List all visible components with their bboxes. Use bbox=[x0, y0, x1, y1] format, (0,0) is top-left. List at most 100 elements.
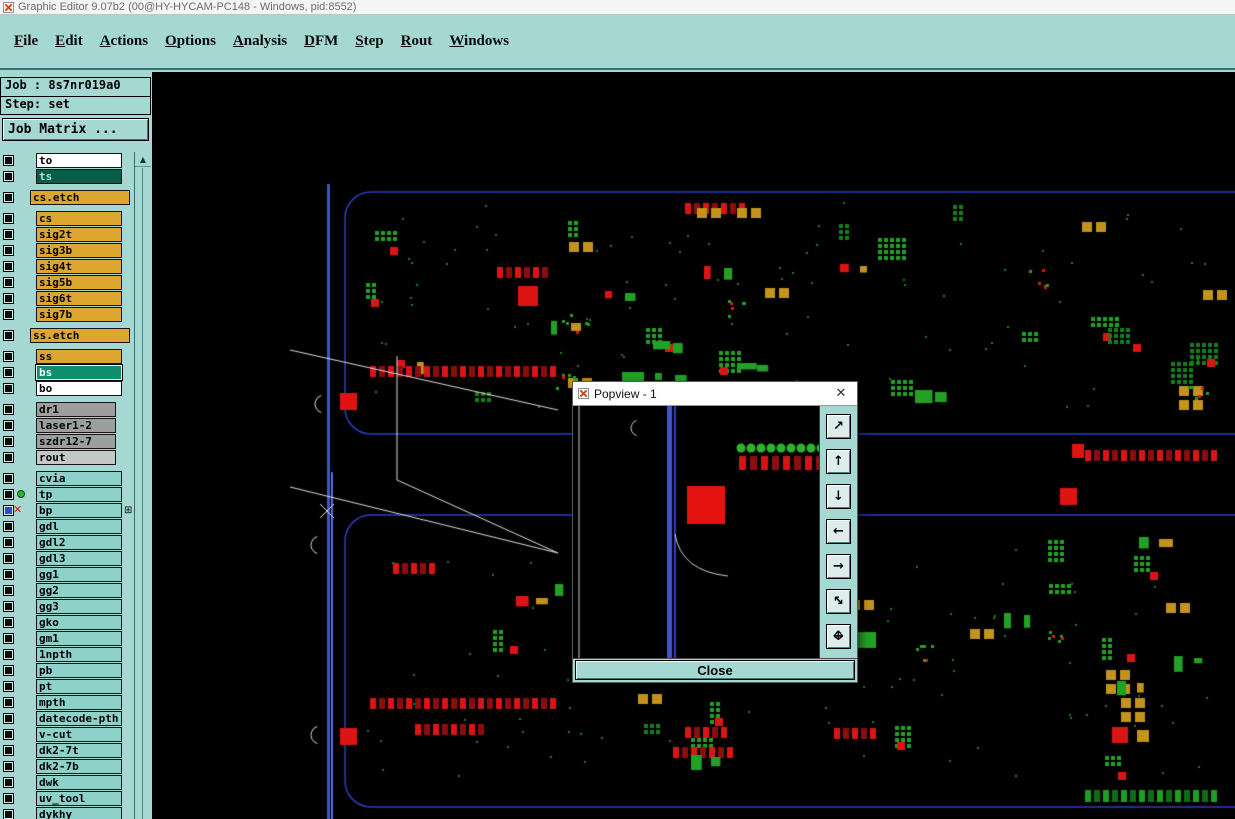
layer-visibility-toggle[interactable] bbox=[3, 419, 14, 431]
layer-visibility-toggle[interactable] bbox=[3, 664, 14, 676]
layer-visibility-toggle[interactable] bbox=[3, 382, 14, 394]
layer-visibility-toggle[interactable] bbox=[3, 451, 14, 463]
layer-visibility-toggle[interactable] bbox=[3, 170, 14, 182]
layer-item-gko[interactable]: gko bbox=[36, 614, 122, 630]
menu-item-windows[interactable]: Windows bbox=[449, 33, 509, 50]
layer-visibility-toggle[interactable] bbox=[3, 728, 14, 740]
popview-canvas[interactable] bbox=[573, 406, 819, 658]
layer-visibility-toggle[interactable] bbox=[3, 350, 14, 362]
menu-item-rout[interactable]: Rout bbox=[401, 33, 433, 50]
layer-item-datecode-pth[interactable]: datecode-pth bbox=[36, 710, 122, 726]
layer-visibility-toggle[interactable] bbox=[3, 292, 14, 304]
job-matrix-button[interactable]: Job Matrix ... bbox=[2, 118, 149, 141]
layer-item-gg1[interactable]: gg1 bbox=[36, 566, 122, 582]
layer-visibility-toggle[interactable] bbox=[3, 435, 14, 447]
popview-titlebar[interactable]: Popview - 1 ✕ bbox=[573, 382, 857, 406]
layer-visibility-toggle[interactable] bbox=[3, 552, 14, 564]
layer-item-dykhy[interactable]: dykhy bbox=[36, 806, 122, 819]
layer-visibility-toggle[interactable] bbox=[3, 244, 14, 256]
detach-view-button[interactable]: ↗ bbox=[826, 414, 851, 439]
pan-right-button[interactable]: → bbox=[826, 554, 851, 579]
layer-visibility-toggle[interactable] bbox=[3, 520, 14, 532]
layer-item-ss[interactable]: ss bbox=[36, 348, 122, 364]
layer-item-1npth[interactable]: 1npth bbox=[36, 646, 122, 662]
layer-item-mpth[interactable]: mpth bbox=[36, 694, 122, 710]
layer-visibility-toggle[interactable] bbox=[3, 403, 14, 415]
layer-visibility-toggle[interactable] bbox=[3, 228, 14, 240]
layer-item-gg3[interactable]: gg3 bbox=[36, 598, 122, 614]
pan-up-button[interactable]: ↑ bbox=[826, 449, 851, 474]
layer-item-dk2-7b[interactable]: dk2-7b bbox=[36, 758, 122, 774]
layer-item-rout[interactable]: rout bbox=[36, 449, 116, 465]
layer-visibility-toggle[interactable] bbox=[3, 329, 14, 341]
layer-item-ts[interactable]: ts bbox=[36, 168, 122, 184]
scroll-up-button[interactable]: ▲ bbox=[135, 152, 151, 167]
zoom-extents-button[interactable]: ↖ ↘ bbox=[826, 589, 851, 614]
layer-item-sig3b[interactable]: sig3b bbox=[36, 242, 122, 258]
layer-item-bp[interactable]: bp bbox=[36, 502, 122, 518]
menu-item-actions[interactable]: Actions bbox=[100, 33, 148, 50]
layer-visibility-toggle[interactable] bbox=[3, 696, 14, 708]
menu-item-step[interactable]: Step bbox=[355, 33, 383, 50]
layer-visibility-toggle[interactable] bbox=[3, 776, 14, 788]
layer-item-dr1[interactable]: dr1 bbox=[36, 401, 116, 417]
menu-item-options[interactable]: Options bbox=[165, 33, 216, 50]
layer-item-sig7b[interactable]: sig7b bbox=[36, 306, 122, 322]
layer-visibility-toggle[interactable] bbox=[3, 760, 14, 772]
layer-item-to[interactable]: to bbox=[36, 152, 122, 168]
layer-visibility-toggle[interactable] bbox=[3, 616, 14, 628]
menu-item-file[interactable]: File bbox=[14, 33, 38, 50]
layer-item-sig6t[interactable]: sig6t bbox=[36, 290, 122, 306]
layer-visibility-toggle[interactable] bbox=[3, 792, 14, 804]
layer-item-gg2[interactable]: gg2 bbox=[36, 582, 122, 598]
layer-item-ss.etch[interactable]: ss.etch bbox=[30, 327, 130, 343]
layer-item-sig2t[interactable]: sig2t bbox=[36, 226, 122, 242]
pan-free-button[interactable]: ↔ ↕ bbox=[826, 624, 851, 649]
layer-visibility-toggle[interactable] bbox=[3, 308, 14, 320]
popview-close-icon[interactable]: ✕ bbox=[830, 386, 852, 401]
menu-item-analysis[interactable]: Analysis bbox=[233, 33, 287, 50]
layer-item-dwk[interactable]: dwk bbox=[36, 774, 122, 790]
layer-visibility-toggle[interactable] bbox=[3, 154, 14, 166]
layer-visibility-toggle[interactable] bbox=[3, 584, 14, 596]
layer-visibility-toggle[interactable] bbox=[3, 744, 14, 756]
popview-close-button[interactable]: Close bbox=[575, 660, 855, 680]
layer-item-cs.etch[interactable]: cs.etch bbox=[30, 189, 130, 205]
layer-visibility-toggle[interactable] bbox=[3, 472, 14, 484]
layer-item-dk2-7t[interactable]: dk2-7t bbox=[36, 742, 122, 758]
layer-visibility-toggle[interactable] bbox=[3, 568, 14, 580]
layer-item-gdl2[interactable]: gdl2 bbox=[36, 534, 122, 550]
layer-visibility-toggle[interactable] bbox=[3, 632, 14, 644]
layer-item-cvia[interactable]: cvia bbox=[36, 470, 122, 486]
layer-item-bs[interactable]: bs bbox=[36, 364, 122, 380]
layer-visibility-toggle[interactable] bbox=[3, 260, 14, 272]
layer-item-sig5b[interactable]: sig5b bbox=[36, 274, 122, 290]
layer-item-gdl[interactable]: gdl bbox=[36, 518, 122, 534]
layer-item-gdl3[interactable]: gdl3 bbox=[36, 550, 122, 566]
pan-left-button[interactable]: ← bbox=[826, 519, 851, 544]
layer-visibility-toggle[interactable] bbox=[3, 808, 14, 819]
layer-scrollbar[interactable]: ▲ bbox=[134, 152, 151, 819]
layer-item-pt[interactable]: pt bbox=[36, 678, 122, 694]
layer-item-v-cut[interactable]: v-cut bbox=[36, 726, 122, 742]
layer-item-szdr12-7[interactable]: szdr12-7 bbox=[36, 433, 116, 449]
menu-item-dfm[interactable]: DFM bbox=[304, 33, 338, 50]
layer-item-pb[interactable]: pb bbox=[36, 662, 122, 678]
layer-visibility-toggle[interactable] bbox=[3, 680, 14, 692]
layer-item-uv_tool[interactable]: uv_tool bbox=[36, 790, 122, 806]
layer-visibility-toggle[interactable] bbox=[3, 488, 14, 500]
layer-item-gm1[interactable]: gm1 bbox=[36, 630, 122, 646]
layer-item-tp[interactable]: tp bbox=[36, 486, 122, 502]
pan-down-button[interactable]: ↓ bbox=[826, 484, 851, 509]
layer-item-laser1-2[interactable]: laser1-2 bbox=[36, 417, 116, 433]
layer-visibility-toggle[interactable] bbox=[3, 191, 14, 203]
layer-visibility-toggle[interactable] bbox=[3, 212, 14, 224]
layer-visibility-toggle[interactable] bbox=[3, 536, 14, 548]
layer-visibility-toggle[interactable] bbox=[3, 600, 14, 612]
menu-item-edit[interactable]: Edit bbox=[55, 33, 83, 50]
layer-visibility-toggle[interactable] bbox=[3, 648, 14, 660]
layer-visibility-toggle[interactable] bbox=[3, 276, 14, 288]
layer-visibility-toggle[interactable] bbox=[3, 712, 14, 724]
layer-item-bo[interactable]: bo bbox=[36, 380, 122, 396]
layer-item-sig4t[interactable]: sig4t bbox=[36, 258, 122, 274]
